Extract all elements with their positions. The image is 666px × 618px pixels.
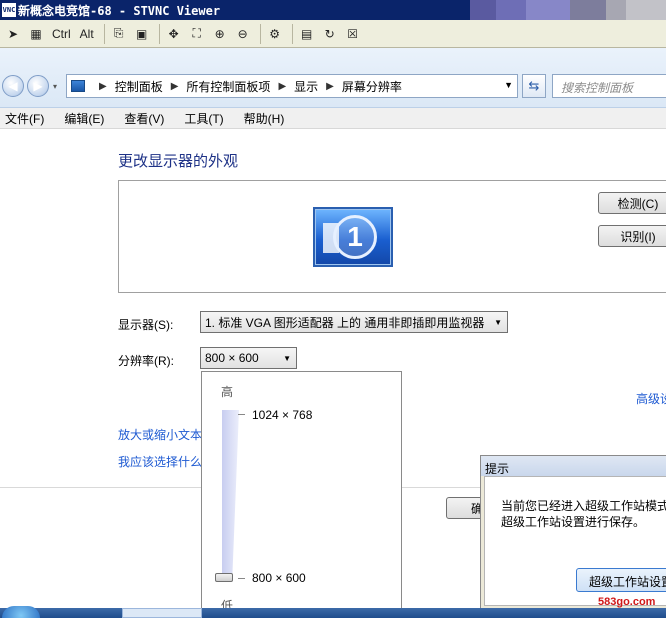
slider-tick	[238, 578, 245, 579]
ctrl-key-button[interactable]: Ctrl	[49, 24, 74, 44]
control-panel-icon	[71, 80, 85, 92]
slider-tick	[238, 414, 245, 415]
watermark: 583go.com	[598, 596, 656, 608]
menu-file[interactable]: 文件(F)	[5, 110, 44, 127]
image-icon[interactable]: ▣	[132, 24, 152, 44]
settings-icon[interactable]: ⚙	[265, 24, 285, 44]
breadcrumb-item[interactable]: 控制面板	[115, 78, 163, 95]
search-input[interactable]: 搜索控制面板	[552, 74, 666, 98]
save-icon[interactable]: ▤	[297, 24, 317, 44]
breadcrumb[interactable]: ▶ 控制面板 ▶ 所有控制面板项 ▶ 显示 ▶ 屏幕分辨率 ▼	[66, 74, 518, 98]
taskbar	[0, 608, 666, 618]
menu-bar: 文件(F) 编辑(E) 查看(V) 工具(T) 帮助(H)	[0, 108, 666, 129]
dialog-title: 提示	[481, 456, 666, 476]
taskbar-item[interactable]	[122, 608, 202, 618]
refresh-button[interactable]: ⇆	[522, 74, 546, 98]
refresh-icon: ⇆	[528, 78, 540, 94]
workstation-settings-button[interactable]: 超级工作站设置	[576, 568, 666, 592]
breadcrumb-item[interactable]: 显示	[294, 78, 318, 95]
toolbar-divider	[158, 23, 160, 44]
slider-max-resolution: 1024 × 768	[252, 408, 313, 422]
forward-button[interactable]: ▶	[27, 75, 49, 97]
start-orb-icon[interactable]	[2, 606, 40, 618]
zoom-out-icon[interactable]: ⊖	[233, 24, 253, 44]
page-title: 更改显示器的外观	[118, 153, 239, 170]
move-icon[interactable]: ✥	[164, 24, 184, 44]
chevron-right-icon: ▶	[278, 80, 287, 92]
send-icon[interactable]: ➤	[3, 24, 23, 44]
resolution-label: 分辨率(R):	[118, 354, 174, 368]
alt-key-button[interactable]: Alt	[77, 24, 97, 44]
options-icon[interactable]: ▦	[26, 24, 46, 44]
menu-tools[interactable]: 工具(T)	[184, 110, 223, 127]
vnc-toolbar: ➤ ▦ Ctrl Alt ⎘ ▣ ✥ ⛶ ⊕ ⊖ ⚙ ▤ ↻ ☒	[0, 20, 666, 48]
display-select-value: 1. 标准 VGA 图形适配器 上的 通用非即插即用监视器	[205, 315, 485, 330]
refresh-icon[interactable]: ↻	[320, 24, 340, 44]
chevron-right-icon: ▶	[170, 80, 179, 92]
breadcrumb-item[interactable]: 屏幕分辨率	[342, 78, 402, 95]
dialog-message-line2: 超级工作站设置进行保存。	[501, 515, 646, 529]
breadcrumb-item[interactable]: 所有控制面板项	[186, 78, 270, 95]
back-button[interactable]: ◀	[2, 75, 24, 97]
address-bar: ◀ ▶ ▾ ▶ 控制面板 ▶ 所有控制面板项 ▶ 显示 ▶ 屏幕分辨率 ▼ ⇆ …	[0, 48, 666, 108]
slider-high-label: 高	[221, 385, 234, 399]
copy-icon[interactable]: ⎘	[109, 24, 129, 44]
chevron-down-icon: ▼	[494, 318, 502, 327]
resolution-slider-thumb[interactable]	[215, 573, 233, 582]
toolbar-divider	[103, 23, 105, 44]
disconnect-icon[interactable]: ☒	[343, 24, 363, 44]
chevron-right-icon: ▶	[99, 80, 107, 92]
chevron-down-icon: ▼	[283, 354, 291, 363]
chevron-right-icon: ▶	[326, 80, 334, 92]
monitor-number: 1	[333, 215, 377, 259]
menu-edit[interactable]: 编辑(E)	[64, 110, 104, 127]
history-dropdown-icon[interactable]: ▾	[53, 82, 57, 91]
vnc-logo-icon: VNC	[2, 3, 16, 17]
slider-min-resolution: 800 × 600	[252, 571, 306, 585]
title-bar-decoration	[470, 0, 666, 20]
zoom-in-icon[interactable]: ⊕	[210, 24, 230, 44]
back-arrow-icon: ◀	[8, 79, 18, 93]
display-label: 显示器(S):	[118, 318, 174, 332]
menu-view[interactable]: 查看(V)	[124, 110, 164, 127]
resolution-select[interactable]: 800 × 600 ▼	[200, 347, 297, 369]
vnc-window-title: 新概念电竞馆-68 - STVNC Viewer	[18, 3, 221, 18]
advanced-settings-link[interactable]: 高级设	[636, 390, 666, 407]
text-size-link[interactable]: 放大或缩小文本	[118, 426, 202, 443]
menu-help[interactable]: 帮助(H)	[244, 110, 285, 127]
monitor-1-icon[interactable]: 1	[313, 207, 393, 267]
chevron-down-icon[interactable]: ▼	[504, 80, 513, 90]
which-settings-link[interactable]: 我应该选择什么	[118, 453, 202, 470]
detect-button[interactable]: 检测(C)	[598, 192, 666, 214]
display-select[interactable]: 1. 标准 VGA 图形适配器 上的 通用非即插即用监视器 ▼	[200, 311, 508, 333]
identify-button[interactable]: 识别(I)	[598, 225, 666, 247]
resolution-select-value: 800 × 600	[205, 351, 259, 365]
toolbar-divider	[259, 23, 261, 44]
vnc-title-bar: VNC 新概念电竞馆-68 - STVNC Viewer	[0, 0, 666, 20]
toolbar-divider	[291, 23, 293, 44]
forward-arrow-icon: ▶	[33, 79, 43, 93]
fullscreen-icon[interactable]: ⛶	[187, 24, 207, 44]
dialog-message-line1: 当前您已经进入超级工作站模式	[501, 499, 666, 513]
